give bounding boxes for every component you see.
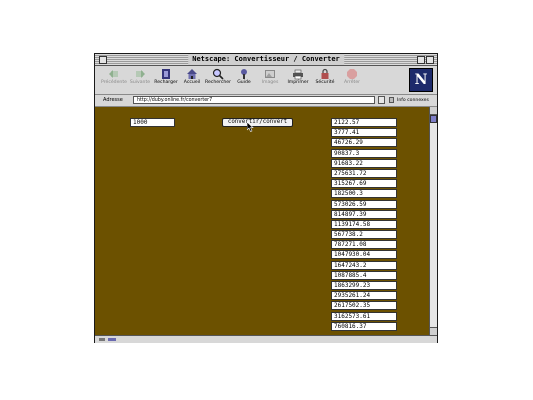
result-cell: 787271.08 [331, 240, 397, 250]
forward-label: Suivante [129, 80, 151, 85]
back-button[interactable]: Précédente [101, 68, 127, 92]
guide-icon [241, 69, 247, 79]
stop-button[interactable]: Arrêter [339, 68, 365, 92]
scroll-up-arrow[interactable] [430, 107, 437, 115]
result-cell: 573026.59 [331, 199, 397, 209]
netscape-logo[interactable]: N [409, 68, 433, 92]
address-label: Adresse [103, 97, 123, 103]
result-cell: 567738.2 [331, 230, 397, 240]
images-button[interactable]: Images [257, 68, 283, 92]
print-icon [293, 69, 303, 80]
result-cell: 1647243.2 [331, 260, 397, 270]
back-label: Précédente [101, 80, 127, 85]
vertical-scrollbar[interactable] [429, 107, 437, 335]
images-label: Images [261, 80, 279, 85]
result-cell: 1863299.23 [331, 281, 397, 290]
title-bar[interactable]: Netscape: Convertisseur / Converter [95, 54, 437, 66]
search-icon [212, 68, 224, 80]
result-cell: 2617502.35 [331, 301, 397, 311]
print-label: Imprimer [287, 80, 309, 85]
result-cell: 315267.69 [331, 179, 397, 189]
result-cell: 1139174.58 [331, 219, 397, 229]
guide-label: Guide [237, 80, 251, 85]
result-cell: 1047930.04 [331, 250, 397, 260]
result-cell: 182500.3 [331, 189, 397, 199]
connection-status-icon[interactable] [108, 337, 116, 342]
status-bar [95, 335, 437, 343]
security-label: Sécurité [315, 80, 335, 85]
result-cell: 760816.37 [331, 321, 397, 331]
window-title: Netscape: Convertisseur / Converter [188, 54, 344, 65]
scroll-thumb[interactable] [430, 115, 437, 123]
result-cell: 2935261.24 [331, 291, 397, 301]
security-button[interactable]: Sécurité [312, 68, 338, 92]
result-cell: 814897.39 [331, 209, 397, 219]
security-lock-icon [321, 68, 329, 79]
back-arrow-icon [109, 70, 118, 78]
result-cell: 46726.29 [331, 138, 397, 148]
forward-button[interactable]: Suivante [127, 68, 153, 92]
reload-label: Recharger [154, 80, 178, 85]
scroll-down-arrow[interactable] [430, 327, 437, 335]
result-cell: 1087885.4 [331, 270, 397, 280]
search-label: Rechercher [205, 80, 232, 85]
related-info-link[interactable]: Info connexes [397, 96, 429, 105]
search-button[interactable]: Rechercher [205, 68, 231, 92]
stop-label: Arrêter [343, 80, 361, 85]
home-button[interactable]: Accueil [179, 68, 205, 92]
address-url: http://duby.online.fr/converter7 [137, 98, 213, 103]
result-cell: 3777.41 [331, 128, 397, 138]
print-button[interactable]: Imprimer [285, 68, 311, 92]
home-label: Accueil [183, 80, 201, 85]
collapse-box[interactable] [426, 56, 434, 64]
navigation-toolbar: Précédente Suivante Recharger Accueil Re… [95, 66, 437, 95]
result-cell: 275631.72 [331, 168, 397, 178]
close-box[interactable] [99, 56, 107, 64]
address-bar: Adresse http://duby.online.fr/converter7… [95, 95, 437, 107]
result-cell: 3162573.61 [331, 311, 397, 321]
result-cell: 90837.3 [331, 148, 397, 158]
address-dropdown-button[interactable] [378, 96, 385, 104]
stop-icon [347, 69, 357, 79]
amount-input[interactable]: 1000 [130, 118, 175, 127]
result-cell: 2122.57 [331, 118, 397, 127]
zoom-box[interactable] [417, 56, 425, 64]
result-cell: 91683.22 [331, 158, 397, 168]
forward-arrow-icon [136, 70, 145, 78]
browser-window: Netscape: Convertisseur / Converter Préc… [94, 53, 438, 343]
guide-button[interactable]: Guide [231, 68, 257, 92]
mouse-pointer-icon [247, 122, 254, 132]
home-icon [187, 69, 197, 79]
page-content: 1000 convertir/convert 2122.57 3777.41 467… [95, 107, 429, 335]
reload-button[interactable]: Recharger [153, 68, 179, 92]
reload-icon [162, 69, 170, 79]
convert-button[interactable]: convertir/convert [222, 118, 293, 127]
address-input[interactable]: http://duby.online.fr/converter7 [133, 96, 375, 104]
results-list: 2122.57 3777.41 46726.29 90837.3 91683.22 275… [331, 118, 397, 332]
images-icon [265, 70, 275, 78]
security-status-icon[interactable] [98, 337, 106, 342]
info-icon[interactable] [389, 97, 394, 103]
